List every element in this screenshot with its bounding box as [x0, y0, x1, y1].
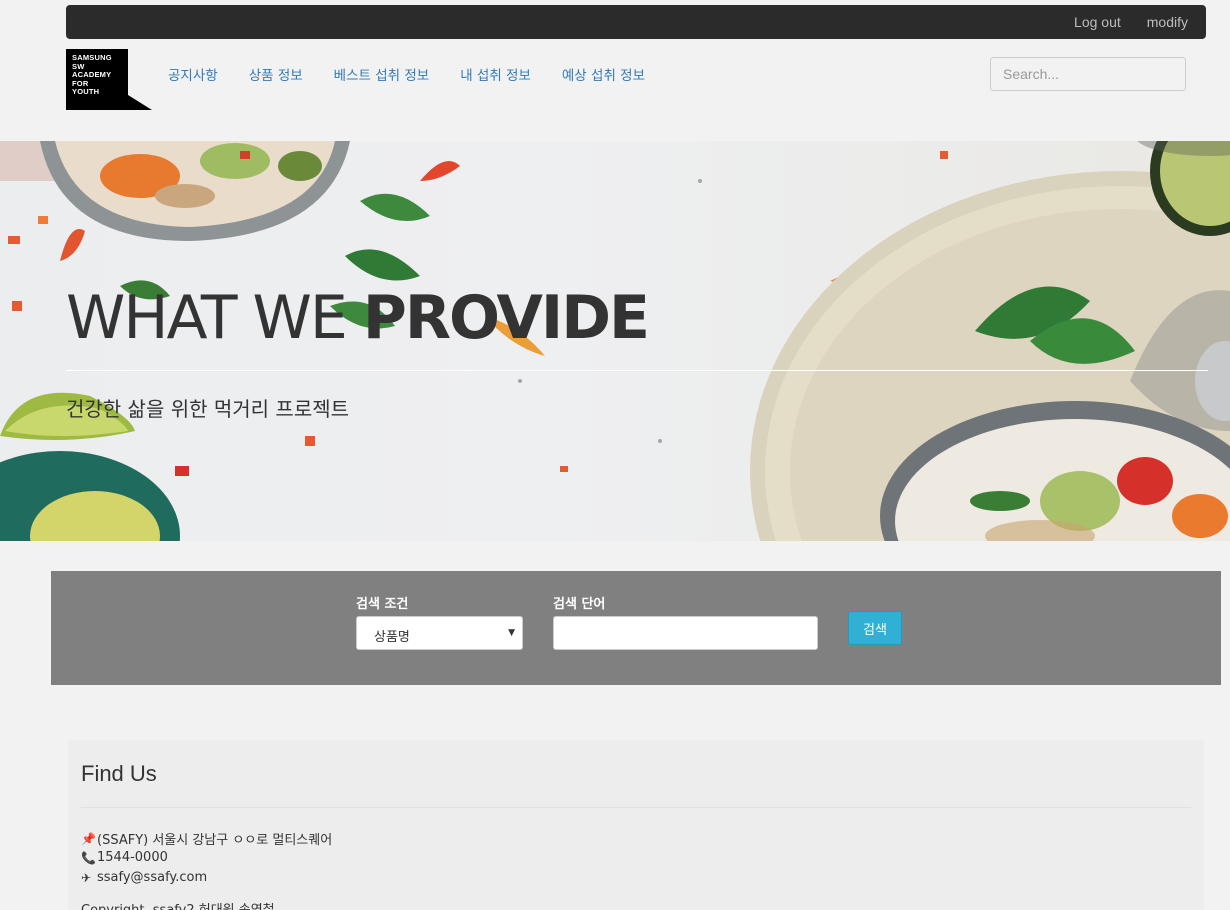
find-us-divider — [81, 807, 1191, 808]
condition-label: 검색 조건 — [356, 597, 409, 612]
hero-divider — [66, 370, 1208, 371]
hero-subtitle: 건강한 삶을 위한 먹거리 프로젝트 — [66, 397, 350, 421]
condition-select[interactable]: 상품명 ▼ — [356, 616, 523, 650]
email-line: ✈ ssafy@ssafy.com — [81, 870, 207, 885]
find-us-section: Find Us 📌 (SSAFY) 서울시 강남구 ㅇㅇ로 멀티스퀘어 📞 15… — [68, 740, 1204, 910]
search-filter-panel: 검색 조건 상품명 ▼ 검색 단어 검색 — [51, 571, 1221, 685]
word-label: 검색 단어 — [553, 597, 606, 612]
logout-link[interactable]: Log out — [1074, 14, 1121, 30]
modify-link[interactable]: modify — [1147, 14, 1188, 30]
top-account-bar: Log out modify — [66, 5, 1206, 39]
hero-banner: WHAT WE PROVIDE 건강한 삶을 위한 먹거리 프로젝트 — [0, 141, 1230, 541]
find-us-title: Find Us — [81, 761, 157, 786]
nav-best-intake[interactable]: 베스트 섭취 정보 — [334, 64, 430, 84]
search-word-input[interactable] — [553, 616, 818, 650]
search-button[interactable]: 검색 — [848, 611, 902, 645]
main-nav: 공지사항 상품 정보 베스트 섭취 정보 내 섭취 정보 예상 섭취 정보 — [168, 64, 676, 84]
logo-text: SAMSUNG SW ACADEMY FOR YOUTH — [72, 53, 112, 96]
condition-select-value: 상품명 — [374, 630, 410, 645]
ssafy-logo[interactable]: SAMSUNG SW ACADEMY FOR YOUTH — [66, 49, 152, 110]
paper-plane-icon: ✈ — [81, 870, 92, 885]
phone-text: 1544-0000 — [97, 850, 168, 865]
pin-icon: 📌 — [81, 831, 96, 846]
address-text: (SSAFY) 서울시 강남구 ㅇㅇ로 멀티스퀘어 — [97, 833, 333, 848]
nav-expected-intake[interactable]: 예상 섭취 정보 — [562, 64, 645, 84]
nav-product-info[interactable]: 상품 정보 — [249, 64, 303, 84]
email-text: ssafy@ssafy.com — [97, 870, 208, 885]
dropdown-arrow-icon: ▼ — [508, 628, 515, 638]
nav-my-intake[interactable]: 내 섭취 정보 — [460, 64, 531, 84]
address-line: 📌 (SSAFY) 서울시 강남구 ㅇㅇ로 멀티스퀘어 — [81, 829, 333, 849]
hero-title: WHAT WE PROVIDE — [66, 283, 650, 353]
phone-line: 📞 1544-0000 — [81, 850, 168, 865]
copyright-text: Copyright. ssafy2 허대원 송영철 — [81, 899, 275, 910]
phone-icon: 📞 — [81, 850, 96, 865]
nav-notice[interactable]: 공지사항 — [168, 64, 218, 84]
search-input[interactable] — [990, 57, 1186, 91]
